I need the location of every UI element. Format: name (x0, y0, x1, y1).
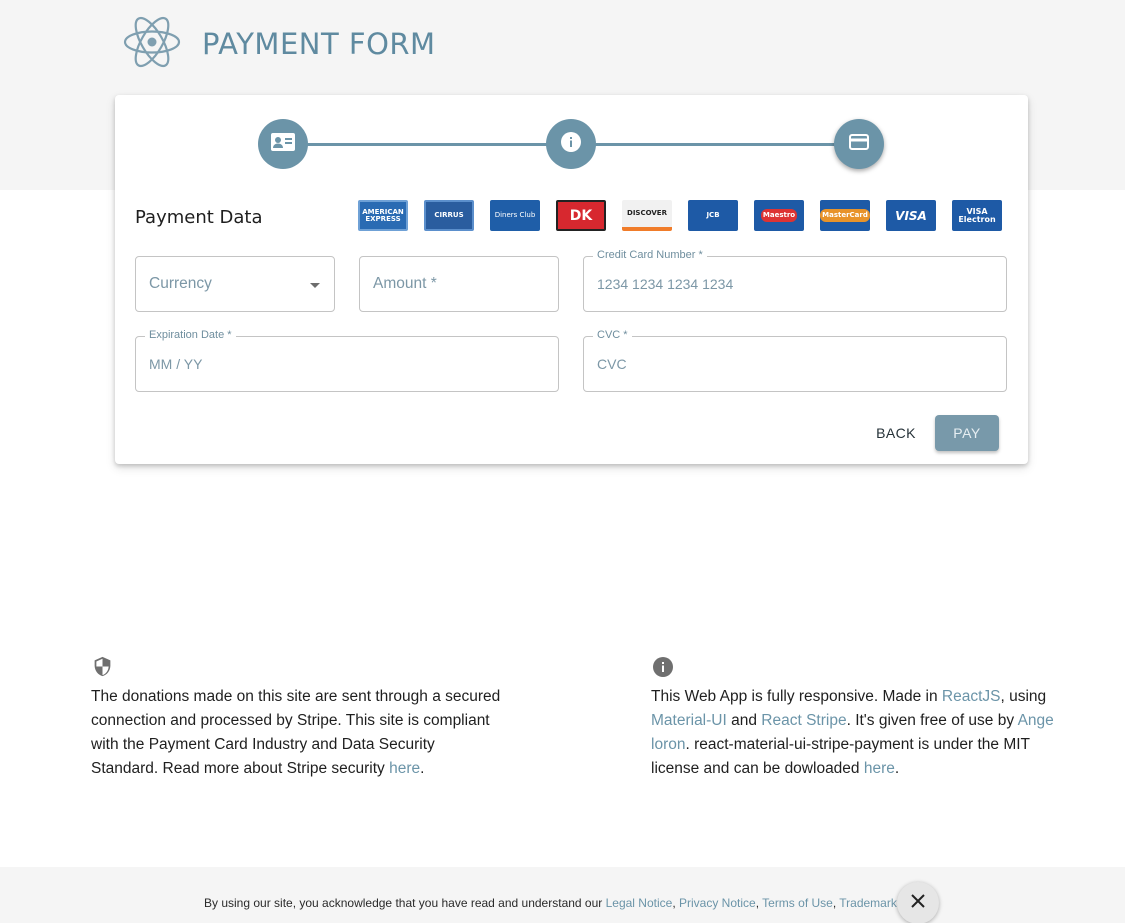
app-title: PAYMENT FORM (202, 27, 436, 61)
about-text-6: . (894, 760, 900, 777)
dankort-logo: DK (556, 200, 606, 231)
step-contact[interactable] (258, 119, 308, 169)
discover-label: DISCOVER (627, 209, 667, 217)
expiration-label: Expiration Date * (145, 329, 236, 341)
header: PAYMENT FORM (122, 12, 436, 76)
discover-logo: DISCOVER (622, 200, 672, 231)
about-text-1: This Web App is fully responsive. Made i… (651, 688, 942, 705)
visa-logo: VISA (886, 200, 936, 231)
cvc-label: CVC * (593, 329, 632, 341)
payment-card: Payment Data AMERICAN EXPRESS CIRRUS Din… (115, 95, 1028, 464)
security-info-end: . (420, 760, 425, 777)
step-payment[interactable] (834, 119, 884, 169)
step-connector (283, 143, 571, 146)
chevron-down-icon (310, 283, 320, 288)
cookie-text: By using our site, you acknowledge that … (204, 896, 606, 910)
amount-input[interactable]: Amount * (359, 256, 559, 312)
amex-logo: AMERICAN EXPRESS (358, 200, 408, 231)
security-info-text: The donations made on this site are sent… (91, 688, 501, 777)
card-brand-logos: AMERICAN EXPRESS CIRRUS Diners Club DK D… (358, 200, 1018, 231)
terms-of-use-link[interactable]: Terms of Use (762, 896, 833, 910)
mastercard-logo: MasterCard (820, 200, 870, 231)
privacy-notice-link[interactable]: Privacy Notice (679, 896, 756, 910)
pay-button[interactable]: PAY (935, 415, 999, 451)
card-number-input[interactable]: Credit Card Number * 1234 1234 1234 1234 (583, 249, 1007, 312)
material-ui-link[interactable]: Material-UI (651, 712, 727, 729)
legal-notice-link[interactable]: Legal Notice (606, 896, 673, 910)
currency-select[interactable]: Currency (135, 256, 335, 312)
cookie-banner (0, 867, 1125, 923)
cirrus-label: CIRRUS (434, 211, 464, 219)
maestro-label: Maestro (760, 209, 798, 222)
stripe-security-link[interactable]: here (389, 760, 420, 777)
trademarks-link[interactable]: Trademarks (839, 896, 903, 910)
expiration-placeholder: MM / YY (149, 356, 203, 372)
visa-electron-logo: VISA Electron (952, 200, 1002, 231)
shield-icon (92, 656, 113, 682)
card-number-placeholder: 1234 1234 1234 1234 (597, 276, 734, 292)
close-cookie-button[interactable] (897, 882, 939, 923)
diners-label: Diners Club (494, 211, 536, 219)
maestro-logo: Maestro (754, 200, 804, 231)
step-info[interactable] (546, 119, 596, 169)
info-icon (653, 657, 673, 682)
cvc-input[interactable]: CVC * CVC (583, 329, 1007, 392)
separator: , (672, 896, 679, 910)
jcb-logo: JCB (688, 200, 738, 231)
download-link[interactable]: here (864, 760, 895, 777)
reactjs-link[interactable]: ReactJS (942, 688, 1001, 705)
close-icon (911, 893, 925, 913)
amex-label: AMERICAN EXPRESS (362, 207, 404, 223)
diners-logo: Diners Club (490, 200, 540, 231)
cvc-placeholder: CVC (597, 356, 627, 372)
expiration-input[interactable]: Expiration Date * MM / YY (135, 329, 559, 392)
react-atom-icon (122, 12, 202, 77)
stepper (115, 95, 1028, 195)
amount-placeholder: Amount * (373, 275, 437, 292)
step-connector (571, 143, 859, 146)
dankort-label: DK (569, 207, 593, 224)
about-info: This Web App is fully responsive. Made i… (651, 685, 1071, 781)
react-stripe-link[interactable]: React Stripe (761, 712, 846, 729)
visa-label: VISA (895, 208, 927, 223)
cookie-notice: By using our site, you acknowledge that … (204, 896, 903, 910)
mastercard-label: MasterCard (820, 209, 870, 222)
currency-placeholder: Currency (149, 275, 212, 292)
card-number-label: Credit Card Number * (593, 249, 707, 261)
about-text-3: and (726, 712, 762, 729)
about-text-5: . react-material-ui-stripe-payment is un… (651, 736, 1030, 777)
cirrus-logo: CIRRUS (424, 200, 474, 231)
info-icon (561, 131, 581, 157)
about-text-4: . It's given free of use by (846, 712, 1018, 729)
about-text-2: , using (1000, 688, 1047, 705)
security-info: The donations made on this site are sent… (91, 685, 501, 781)
jcb-label: JCB (706, 211, 720, 219)
back-button[interactable]: BACK (865, 415, 927, 451)
section-title: Payment Data (135, 207, 263, 228)
credit-card-icon (849, 133, 869, 155)
contact-card-icon (271, 132, 295, 156)
visa-electron-label: VISA Electron (958, 206, 996, 224)
